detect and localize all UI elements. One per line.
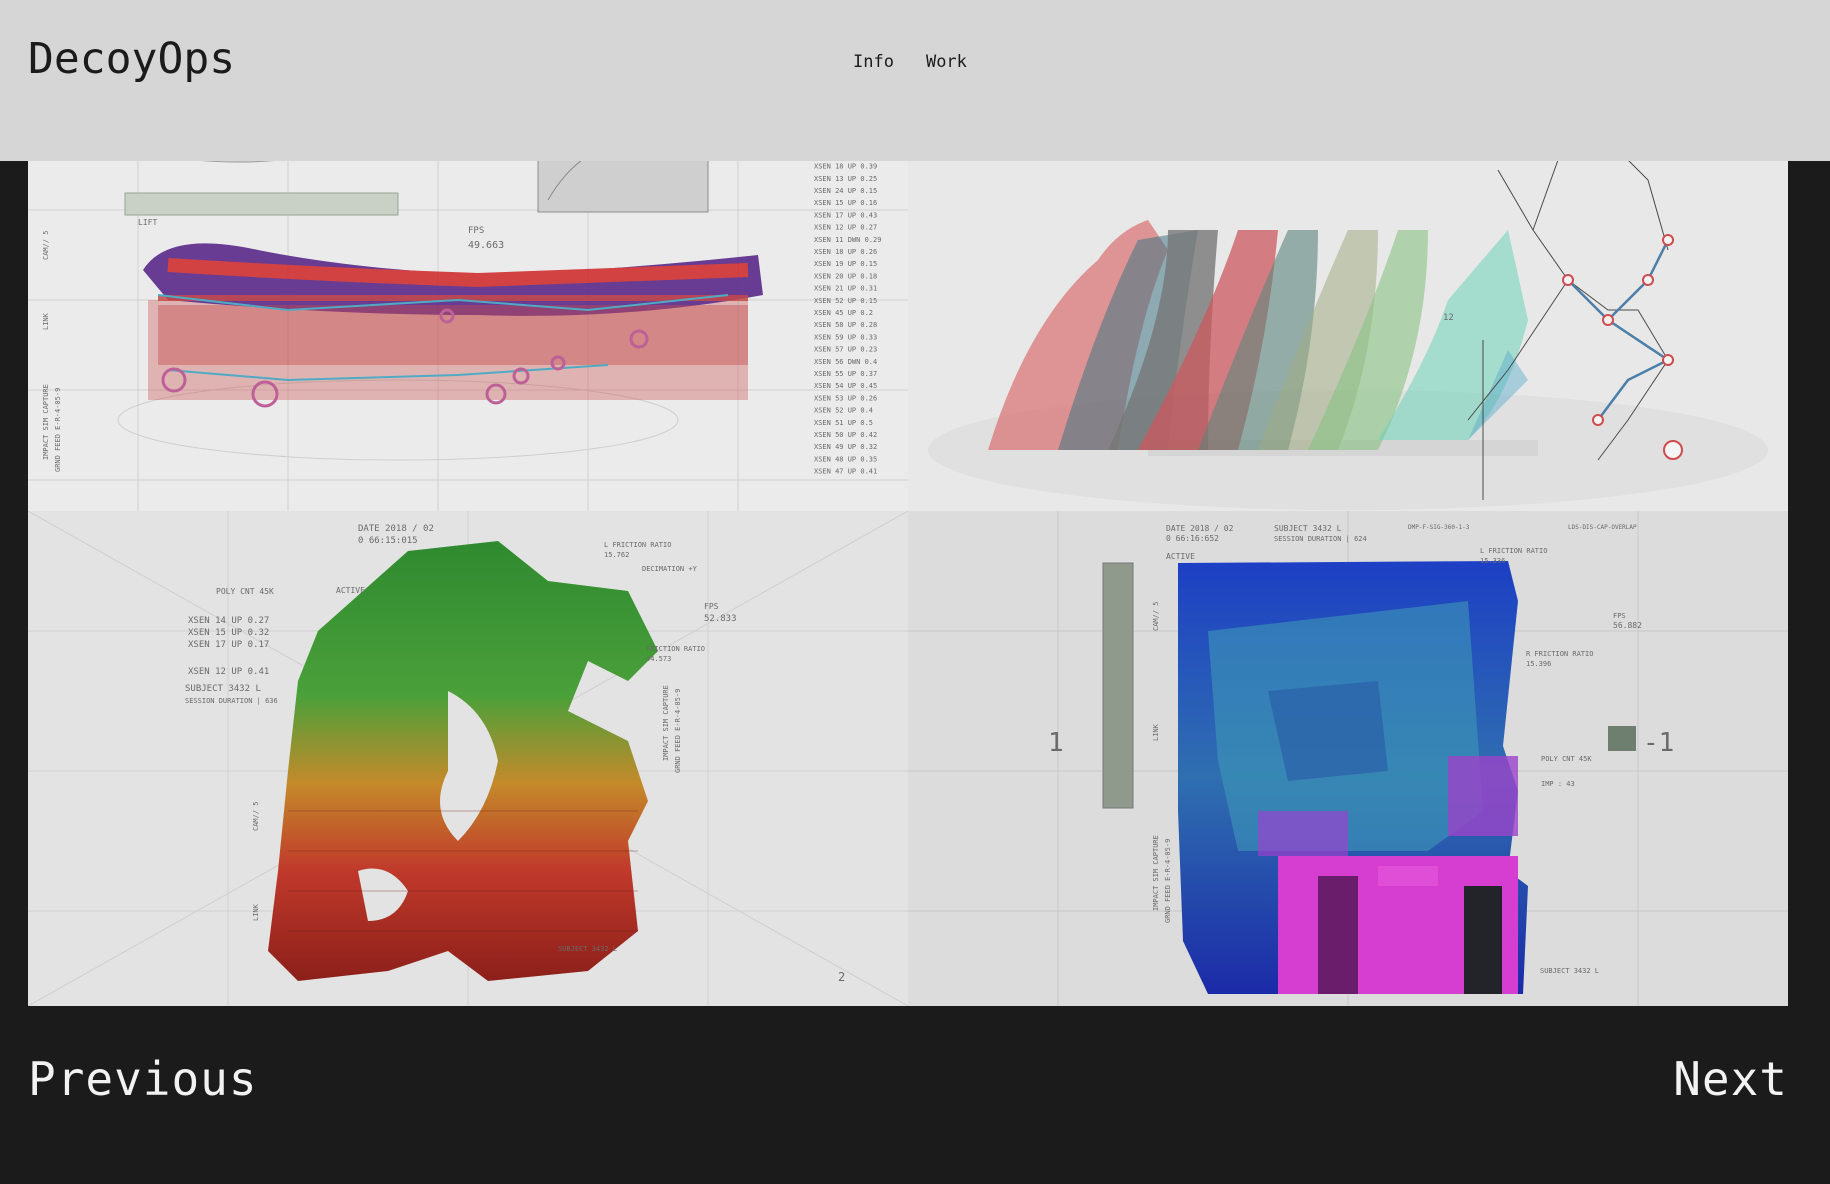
cam-label: CAM// 5 xyxy=(42,230,50,260)
marker-label: 12 xyxy=(1443,313,1454,323)
next-link[interactable]: Next xyxy=(1673,1052,1788,1106)
header-code-a: DMP-F-SIG-360-1-3 xyxy=(1408,524,1470,531)
time-label: 0 66:15:015 xyxy=(358,536,418,546)
cam-label: CAM// 5 xyxy=(1152,601,1160,631)
sensor-readout-row: XSEN 13 UP 0.25 xyxy=(814,175,877,183)
sensor-readout-row: XSEN 18 UP 0.39 xyxy=(814,163,877,171)
sensor-readout-row: XSEN 54 UP 0.45 xyxy=(814,382,877,390)
link-label: LINK xyxy=(42,312,50,330)
friction-label: L FRICTION RATIO xyxy=(1480,547,1547,555)
r-friction-value: 15.396 xyxy=(1526,660,1551,668)
xsen-reading-4: XSEN 12 UP 0.41 xyxy=(188,667,269,677)
imp-label: IMP : 43 xyxy=(1541,780,1575,788)
sensor-readout-list: XSEN 8 UP 0.13XSEN 6 UP 0.26XSEN 16 UP 0… xyxy=(814,126,881,476)
session-label: SESSION DURATION | 624 xyxy=(1274,535,1367,543)
sensor-readout-row: XSEN 50 UP 0.42 xyxy=(814,431,877,439)
sensor-readout-row: XSEN 19 UP 0.15 xyxy=(814,260,877,268)
fps-label: FPS xyxy=(704,602,719,611)
side-label-2: GRND FEED E-R-4-05-9 xyxy=(674,689,682,773)
side-label-1: IMPACT SIM CAPTURE xyxy=(42,384,50,460)
fps-label: FPS xyxy=(468,226,484,236)
sensor-readout-row: XSEN 51 UP 0.5 xyxy=(814,419,873,427)
subject-footer: SUBJECT 3432 L xyxy=(1540,967,1599,975)
running-figure-visual: 12 xyxy=(908,120,1788,511)
decimation-label: DECIMATION +Y xyxy=(642,565,698,573)
sensor-readout-row: XSEN 24 UP 0.15 xyxy=(814,187,877,195)
sensor-readout-row: XSEN 15 UP 0.16 xyxy=(814,199,877,207)
sensor-readout-row: XSEN 57 UP 0.23 xyxy=(814,346,877,354)
sensor-readout-row: XSEN 18 UP 0.26 xyxy=(814,248,877,256)
lift-label: LIFT xyxy=(138,218,157,227)
sensor-readout-row: XSEN 49 UP 0.32 xyxy=(814,443,877,451)
ratio-value: 44.573 xyxy=(646,655,671,663)
sensor-readout-row: XSEN 48 UP 0.35 xyxy=(814,455,877,463)
ratio-label: FRICTION RATIO xyxy=(646,645,705,653)
xsen-reading-3: XSEN 17 UP 0.17 xyxy=(188,640,269,650)
cam-label: CAM// 5 xyxy=(252,801,260,831)
sensor-readout-row: XSEN 21 UP 0.31 xyxy=(814,285,877,293)
subject-label: SUBJECT 3432 L xyxy=(1274,524,1342,533)
friction-value: 15.336 xyxy=(1480,557,1505,565)
gallery-image-foot-pressure[interactable]: FPS 49.663 LIFT IMPACT SIM CAPTURE GRND … xyxy=(28,120,908,511)
nav-info-link[interactable]: Info xyxy=(853,52,894,72)
gallery-image-voxel-foot[interactable]: DATE 2018 / 02 0 66:15:015 POLY CNT 45K … xyxy=(28,511,908,1006)
link-label: LINK xyxy=(252,903,260,921)
subject-footer: SUBJECT 3432 L xyxy=(558,945,617,953)
sensor-readout-row: XSEN 56 DWN 0.4 xyxy=(814,358,877,366)
side-label-2: GRND FEED E-R-4-05-9 xyxy=(1164,839,1172,923)
nav-work-link[interactable]: Work xyxy=(926,52,967,72)
status-label: ACTIVE xyxy=(336,586,365,595)
main-nav: Info Work xyxy=(853,52,967,72)
fps-value: 49.663 xyxy=(468,240,504,251)
date-label: DATE 2018 / 02 xyxy=(1166,524,1234,533)
friction-label: L FRICTION RATIO xyxy=(604,541,671,549)
previous-link[interactable]: Previous xyxy=(28,1052,258,1106)
xsen-reading-1: XSEN 14 UP 0.27 xyxy=(188,616,269,626)
project-gallery: FPS 49.663 LIFT IMPACT SIM CAPTURE GRND … xyxy=(28,120,1788,1006)
link-label: LINK xyxy=(1152,723,1160,741)
foot-pressure-visual: FPS 49.663 LIFT IMPACT SIM CAPTURE GRND … xyxy=(28,120,908,511)
xsen-reading-2: XSEN 15 UP 0.32 xyxy=(188,628,269,638)
sensor-readout-row: XSEN 11 DWN 0.29 xyxy=(814,236,881,244)
sensor-readout-row: XSEN 52 UP 0.4 xyxy=(814,407,873,415)
sensor-readout-row: XSEN 52 UP 0.15 xyxy=(814,297,877,305)
subject-label: SUBJECT 3432 L xyxy=(185,684,261,694)
sensor-readout-row: XSEN 45 UP 0.2 xyxy=(814,309,873,317)
fps-value: 56.882 xyxy=(1613,621,1642,630)
gallery-image-pixel-foot[interactable]: 1 -1 DATE 2018 / 02 0 66:16:652 SUBJECT … xyxy=(908,511,1788,1006)
pixel-foot-visual: 1 -1 DATE 2018 / 02 0 66:16:652 SUBJECT … xyxy=(908,511,1788,1006)
session-label: SESSION DURATION | 636 xyxy=(185,697,278,705)
side-label-1: IMPACT SIM CAPTURE xyxy=(1152,835,1160,911)
fps-value: 52.833 xyxy=(704,614,737,624)
sensor-readout-row: XSEN 53 UP 0.26 xyxy=(814,394,877,402)
status-label: ACTIVE xyxy=(1166,552,1195,561)
sensor-readout-row: XSEN 55 UP 0.37 xyxy=(814,370,877,378)
poly-count: POLY CNT 45K xyxy=(216,587,274,596)
fps-label: FPS xyxy=(1613,612,1626,620)
side-label-1: IMPACT SIM CAPTURE xyxy=(662,685,670,761)
sensor-readout-row: XSEN 59 UP 0.33 xyxy=(814,333,877,341)
sensor-readout-row: XSEN 20 UP 0.18 xyxy=(814,272,877,280)
site-header: DecoyOps Info Work xyxy=(0,0,1830,161)
friction-value: 15.762 xyxy=(604,551,629,559)
index-left: 1 xyxy=(1048,728,1064,758)
header-code-b: LDS-DIS-CAP-OVERLAP xyxy=(1568,524,1637,531)
gallery-image-running-figure[interactable]: 12 xyxy=(908,120,1788,511)
corner-number: 2 xyxy=(838,970,845,984)
side-label-2: GRND FEED E-R-4-05-9 xyxy=(54,388,62,472)
voxel-foot-visual: DATE 2018 / 02 0 66:15:015 POLY CNT 45K … xyxy=(28,511,908,1006)
time-label: 0 66:16:652 xyxy=(1166,534,1219,543)
poly-count: POLY CNT 45K xyxy=(1541,755,1592,763)
sensor-readout-row: XSEN 12 UP 0.27 xyxy=(814,224,877,232)
site-logo[interactable]: DecoyOps xyxy=(28,34,235,84)
project-pager: Previous Next xyxy=(28,1052,1788,1106)
r-friction-label: R FRICTION RATIO xyxy=(1526,650,1593,658)
sensor-readout-row: XSEN 58 UP 0.28 xyxy=(814,321,877,329)
sensor-readout-row: XSEN 47 UP 0.41 xyxy=(814,468,877,476)
index-right: -1 xyxy=(1643,728,1674,758)
date-label: DATE 2018 / 02 xyxy=(358,524,434,534)
sensor-readout-row: XSEN 17 UP 0.43 xyxy=(814,211,877,219)
